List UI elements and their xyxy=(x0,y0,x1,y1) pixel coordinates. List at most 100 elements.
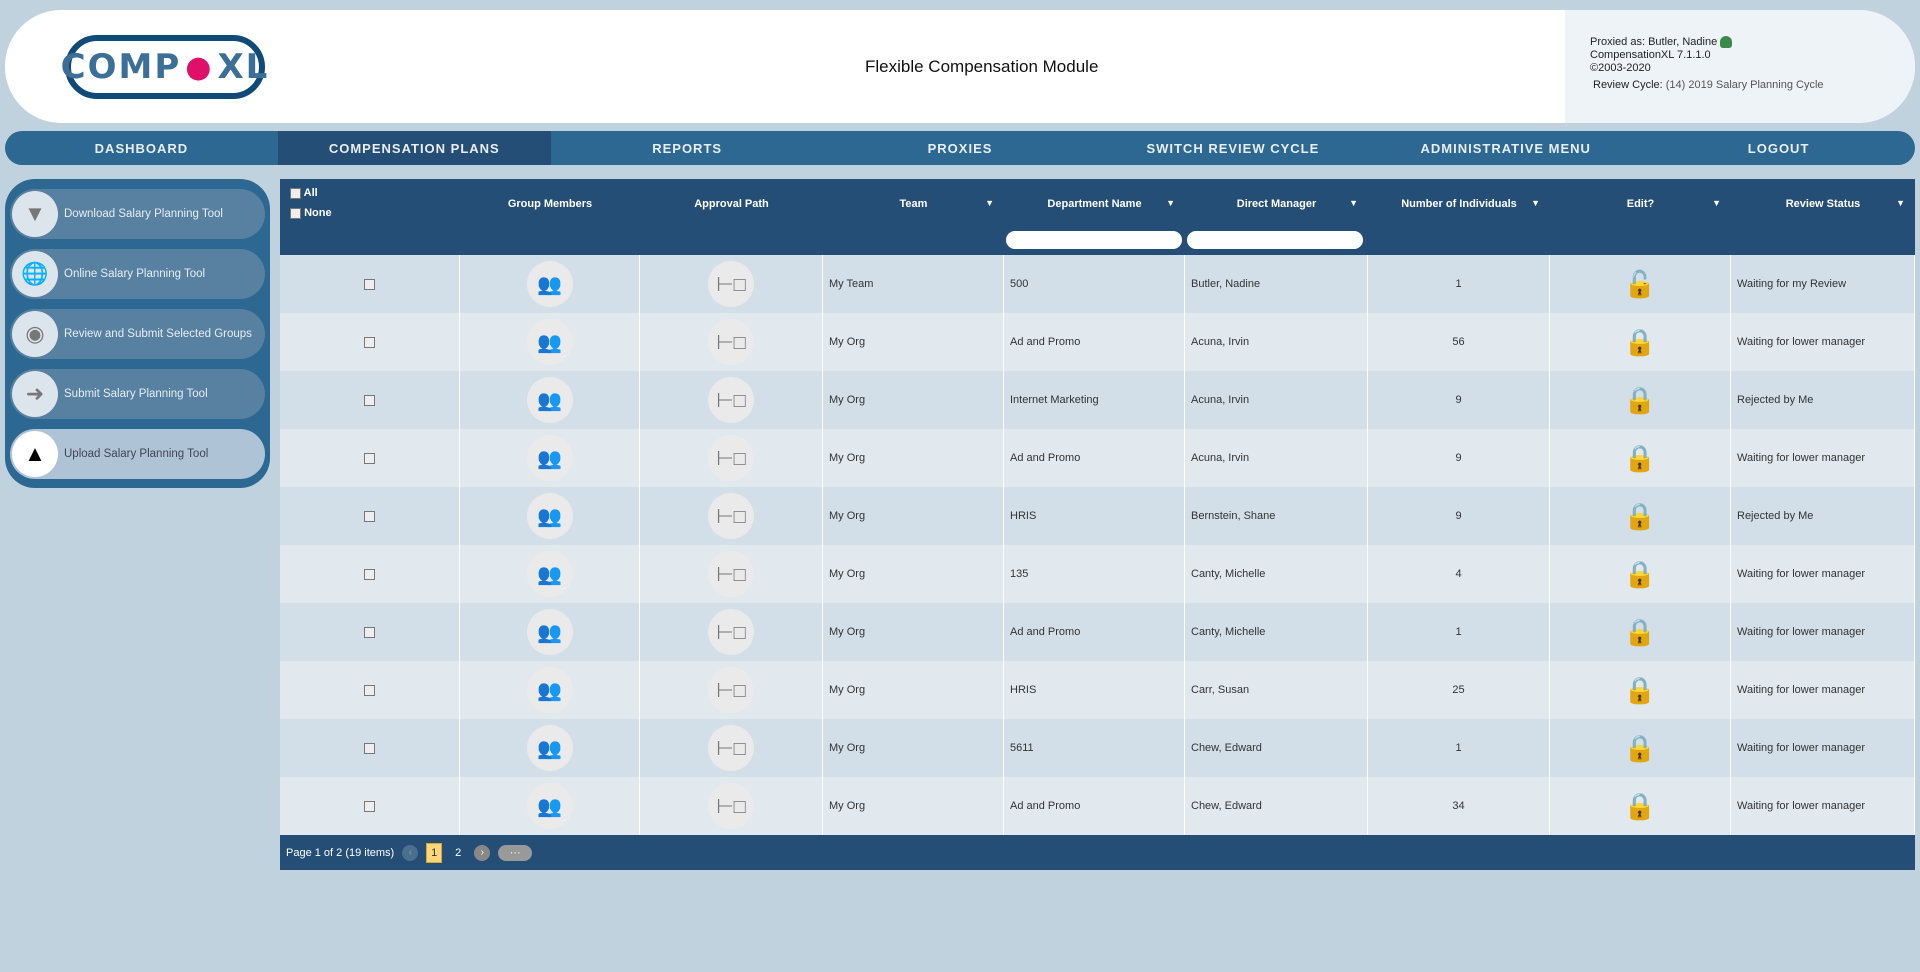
status-cell: Rejected by Me xyxy=(1731,487,1915,545)
group-members-icon[interactable]: 👥 xyxy=(526,435,573,481)
department-cell: Ad and Promo xyxy=(1004,313,1185,371)
approval-path-icon[interactable]: ⊢□ xyxy=(708,667,754,713)
count-cell: 4 xyxy=(1368,545,1550,603)
group-members-icon[interactable]: 👥 xyxy=(526,261,573,307)
prev-page-icon[interactable]: ‹ xyxy=(402,844,419,861)
nav-proxies[interactable]: PROXIES xyxy=(824,131,1097,165)
group-members-icon[interactable]: 👥 xyxy=(526,493,573,539)
table-row: 👥 ⊢□ My Org Ad and Promo Acuna, Irvin 9 … xyxy=(280,429,1915,487)
filter-icon[interactable]: ▼ xyxy=(1712,198,1721,208)
department-cell: HRIS xyxy=(1004,487,1185,545)
filter-icon[interactable]: ▼ xyxy=(985,198,994,208)
department-cell: Ad and Promo xyxy=(1004,777,1185,835)
select-none-checkbox[interactable] xyxy=(290,207,301,219)
team-cell: My Org xyxy=(823,313,1004,371)
lock-icon: 🔒 xyxy=(1623,674,1657,705)
select-all-label: All xyxy=(303,187,318,199)
lock-icon: 🔒 xyxy=(1623,732,1657,763)
department-cell: Ad and Promo xyxy=(1004,429,1185,487)
approval-path-icon[interactable]: ⊢□ xyxy=(708,435,754,481)
manager-filter-input[interactable] xyxy=(1187,231,1363,249)
review-submit-button[interactable]: ◉ Review and Submit Selected Groups xyxy=(10,309,265,359)
nav-administrative-menu[interactable]: ADMINISTRATIVE MENU xyxy=(1369,131,1642,165)
filter-icon[interactable]: ▼ xyxy=(1166,198,1175,208)
department-filter-input[interactable] xyxy=(1006,231,1182,249)
lock-icon: 🔒 xyxy=(1623,790,1657,821)
table-row: 👥 ⊢□ My Org Ad and Promo Chew, Edward 34… xyxy=(280,777,1915,835)
nav-logout[interactable]: LOGOUT xyxy=(1642,131,1915,165)
manager-cell: Acuna, Irvin xyxy=(1185,313,1368,371)
count-cell: 9 xyxy=(1368,371,1550,429)
next-page-icon[interactable]: › xyxy=(474,844,491,861)
row-checkbox[interactable] xyxy=(364,510,375,522)
filter-icon[interactable]: ▼ xyxy=(1349,198,1358,208)
approval-path-icon[interactable]: ⊢□ xyxy=(708,377,754,423)
upload-tool-button[interactable]: ▲ Upload Salary Planning Tool xyxy=(10,429,265,479)
col-review-status[interactable]: Review Status xyxy=(1786,198,1861,255)
approval-path-icon[interactable]: ⊢□ xyxy=(708,551,754,597)
team-cell: My Org xyxy=(823,487,1004,545)
filter-icon[interactable]: ▼ xyxy=(1531,198,1540,208)
manager-cell: Canty, Michelle xyxy=(1185,545,1368,603)
group-members-icon[interactable]: 👥 xyxy=(526,377,573,423)
team-cell: My Org xyxy=(823,429,1004,487)
group-members-icon[interactable]: 👥 xyxy=(526,319,573,365)
review-cycle-label: Review Cycle: xyxy=(1593,79,1663,91)
row-checkbox[interactable] xyxy=(364,394,375,406)
submit-tool-button[interactable]: ➜ Submit Salary Planning Tool xyxy=(10,369,265,419)
row-checkbox[interactable] xyxy=(364,568,375,580)
user-info: Proxied as: Butler, Nadine CompensationX… xyxy=(1565,10,1915,123)
manager-cell: Chew, Edward xyxy=(1185,777,1368,835)
group-members-icon[interactable]: 👥 xyxy=(526,783,573,829)
copyright: ©2003-2020 xyxy=(1590,62,1651,74)
proxy-user-icon[interactable] xyxy=(1720,36,1733,49)
col-number-individuals[interactable]: Number of Individuals xyxy=(1401,198,1517,255)
select-all-checkbox[interactable] xyxy=(290,187,301,199)
sidebar-label: Review and Submit Selected Groups xyxy=(64,328,252,340)
more-pages-button[interactable]: ··· xyxy=(498,844,533,861)
department-cell: Internet Marketing xyxy=(1004,371,1185,429)
row-checkbox[interactable] xyxy=(364,336,375,348)
table-row: 👥 ⊢□ My Org 135 Canty, Michelle 4 🔒 Wait… xyxy=(280,545,1915,603)
unlock-icon[interactable]: 🔓 xyxy=(1624,269,1656,300)
compensation-plans-grid: All None Group Members Approval Path Tea… xyxy=(280,179,1915,870)
approval-path-icon[interactable]: ⊢□ xyxy=(708,493,754,539)
nav-compensation-plans[interactable]: COMPENSATION PLANS xyxy=(277,131,551,165)
download-group-icon: ▼ xyxy=(12,191,58,237)
row-checkbox[interactable] xyxy=(364,742,375,754)
col-edit[interactable]: Edit? xyxy=(1627,198,1655,255)
manager-cell: Bernstein, Shane xyxy=(1185,487,1368,545)
department-cell: 5611 xyxy=(1004,719,1185,777)
approval-path-icon[interactable]: ⊢□ xyxy=(708,609,754,655)
col-team[interactable]: Team xyxy=(900,198,928,255)
row-checkbox[interactable] xyxy=(364,800,375,812)
nav-reports[interactable]: REPORTS xyxy=(551,131,824,165)
row-checkbox[interactable] xyxy=(364,626,375,638)
group-members-icon[interactable]: 👥 xyxy=(526,551,573,597)
page-2[interactable]: 2 xyxy=(450,843,466,863)
online-tool-button[interactable]: 🌐 Online Salary Planning Tool xyxy=(10,249,265,299)
status-cell: Waiting for lower manager xyxy=(1731,545,1915,603)
team-cell: My Team xyxy=(823,255,1004,313)
approval-path-icon[interactable]: ⊢□ xyxy=(708,725,754,771)
pager: Page 1 of 2 (19 items) ‹ 1 2 › ··· xyxy=(280,835,1915,870)
row-checkbox[interactable] xyxy=(364,684,375,696)
group-members-icon[interactable]: 👥 xyxy=(526,725,573,771)
lock-icon: 🔒 xyxy=(1623,558,1657,589)
approval-path-icon[interactable]: ⊢□ xyxy=(708,261,754,307)
globe-icon: 🌐 xyxy=(12,251,58,297)
proxied-label: Proxied as: xyxy=(1590,36,1646,48)
approval-path-icon[interactable]: ⊢□ xyxy=(708,319,754,365)
nav-switch-review-cycle[interactable]: SWITCH REVIEW CYCLE xyxy=(1096,131,1369,165)
nav-dashboard[interactable]: DASHBOARD xyxy=(5,131,278,165)
lock-icon: 🔒 xyxy=(1623,500,1657,531)
approval-path-icon[interactable]: ⊢□ xyxy=(708,783,754,829)
download-tool-button[interactable]: ▼ Download Salary Planning Tool xyxy=(10,189,265,239)
row-checkbox[interactable] xyxy=(364,452,375,464)
group-members-icon[interactable]: 👥 xyxy=(526,667,573,713)
logo: COMP ● XL xyxy=(61,35,267,99)
row-checkbox[interactable] xyxy=(364,278,375,290)
filter-icon[interactable]: ▼ xyxy=(1896,198,1905,208)
page-1[interactable]: 1 xyxy=(426,842,443,863)
group-members-icon[interactable]: 👥 xyxy=(526,609,573,655)
